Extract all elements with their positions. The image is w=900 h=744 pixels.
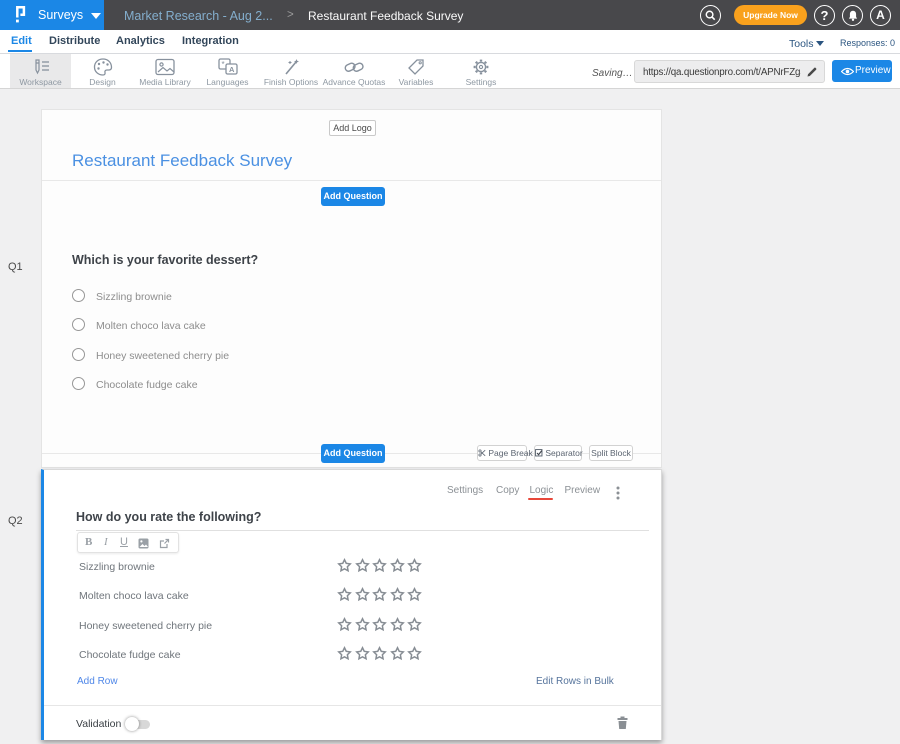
svg-text:A: A [229, 65, 235, 74]
svg-text:*: * [221, 60, 224, 69]
